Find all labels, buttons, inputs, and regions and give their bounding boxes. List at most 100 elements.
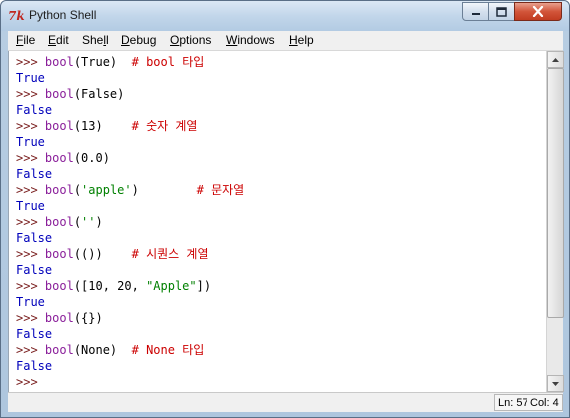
menu-help[interactable]: Help [289, 33, 314, 47]
scroll-up-arrow-icon [552, 57, 559, 62]
status-bar: Ln: 57 Col: 4 [8, 392, 563, 412]
call-arguments: (0.0) [73, 151, 110, 165]
call-arguments: (False) [73, 87, 125, 101]
minimize-icon [471, 12, 480, 15]
vertical-scrollbar[interactable] [546, 51, 564, 392]
output-text: False [16, 103, 53, 117]
shell-output-line: True [16, 70, 45, 86]
shell-input-line: >>> bool(()) # 시퀀스 계열 [16, 246, 209, 262]
shell-input-line: >>> bool([10, 20, "Apple"]) [16, 278, 211, 294]
maximize-icon [496, 6, 507, 17]
idle-app-icon: 7k [8, 9, 25, 23]
builtin-name: bool [44, 87, 74, 101]
output-text: True [16, 295, 45, 309]
prompt-marker: >>> [16, 311, 45, 325]
shell-output-line: False [16, 262, 52, 278]
builtin-name: bool [44, 343, 74, 357]
title-bar[interactable]: 7k Python Shell [1, 1, 569, 31]
menu-options[interactable]: Options [170, 33, 211, 47]
scroll-thumb[interactable] [547, 68, 564, 318]
code-comment: # 문자열 [196, 183, 245, 197]
shell-input-line: >>> bool(13) # 숫자 계열 [16, 118, 197, 134]
prompt-marker: >>> [16, 279, 45, 293]
prompt-marker: >>> [16, 55, 45, 69]
call-arguments: ) [95, 215, 103, 229]
string-literal: 'apple' [81, 183, 132, 197]
builtin-name: bool [44, 311, 74, 325]
shell-input-line: >>> bool(True) # bool 타입 [16, 54, 204, 70]
shell-output-line: False [16, 358, 52, 374]
output-text: False [16, 231, 53, 245]
shell-output-line: False [16, 230, 52, 246]
call-arguments: ( [73, 183, 82, 197]
call-arguments: ) [131, 183, 139, 197]
minimize-button[interactable] [462, 2, 489, 21]
menu-debug[interactable]: Debug [121, 33, 156, 47]
code-comment: # 시퀀스 계열 [131, 247, 209, 261]
shell-output-line: False [16, 166, 52, 182]
prompt-marker: >>> [16, 215, 45, 229]
shell-input-line: >>> bool(0.0) [16, 150, 110, 166]
builtin-name: bool [44, 119, 74, 133]
shell-input-line: >>> bool({}) [16, 310, 103, 326]
string-literal: '' [81, 215, 96, 229]
prompt-marker: >>> [16, 87, 45, 101]
shell-prompt-line: >>> [16, 374, 38, 390]
close-icon [532, 6, 544, 17]
shell-output-line: True [16, 134, 45, 150]
output-text: False [16, 167, 53, 181]
shell-input-line: >>> bool('apple') # 문자열 [16, 182, 244, 198]
builtin-name: bool [44, 183, 74, 197]
shell-input-line: >>> bool(None) # None 타입 [16, 342, 204, 358]
output-text: False [16, 359, 53, 373]
menu-edit[interactable]: Edit [48, 33, 69, 47]
output-text: False [16, 327, 53, 341]
prompt-marker: >>> [16, 151, 45, 165]
call-arguments: ]) [196, 279, 212, 293]
column-number-status: Col: 4 [527, 394, 563, 411]
menu-windows[interactable]: Windows [226, 33, 275, 47]
call-arguments: ({}) [73, 311, 103, 325]
prompt-marker: >>> [16, 247, 45, 261]
builtin-name: bool [44, 247, 74, 261]
output-text: False [16, 263, 53, 277]
output-text: True [16, 199, 45, 213]
output-text: True [16, 71, 45, 85]
code-comment: # None 타입 [131, 343, 205, 357]
menu-file[interactable]: File [16, 33, 35, 47]
prompt-marker: >>> [16, 375, 38, 389]
shell-text-area[interactable]: >>> bool(True) # bool 타입 True >>> bool(Fal… [8, 51, 546, 392]
menu-bar: File Edit Shell Debug Options Windows He… [8, 31, 563, 51]
code-comment: # bool 타입 [131, 55, 205, 69]
call-arguments: (True) [73, 55, 118, 69]
code-comment: # 숫자 계열 [131, 119, 198, 133]
close-button[interactable] [514, 2, 562, 21]
builtin-name: bool [44, 279, 74, 293]
shell-output-line: True [16, 294, 45, 310]
output-text: True [16, 135, 45, 149]
prompt-marker: >>> [16, 183, 45, 197]
scroll-down-button[interactable] [547, 375, 564, 392]
shell-input-line: >>> bool('') [16, 214, 103, 230]
string-literal: "Apple" [146, 279, 197, 293]
call-arguments: (13) [73, 119, 103, 133]
scroll-up-button[interactable] [547, 51, 564, 68]
shell-output-line: True [16, 198, 45, 214]
shell-output-line: False [16, 102, 52, 118]
python-shell-window: 7k Python Shell File Edit Shell Debug Op… [0, 0, 570, 418]
menu-shell[interactable]: Shell [82, 33, 109, 47]
call-arguments: (()) [73, 247, 103, 261]
prompt-marker: >>> [16, 343, 45, 357]
builtin-name: bool [44, 151, 74, 165]
shell-output-line: False [16, 326, 52, 342]
maximize-button[interactable] [488, 2, 515, 21]
call-arguments: ([10, 20, [73, 279, 147, 293]
window-title: Python Shell [29, 8, 97, 22]
builtin-name: bool [44, 55, 74, 69]
builtin-name: bool [44, 215, 74, 229]
